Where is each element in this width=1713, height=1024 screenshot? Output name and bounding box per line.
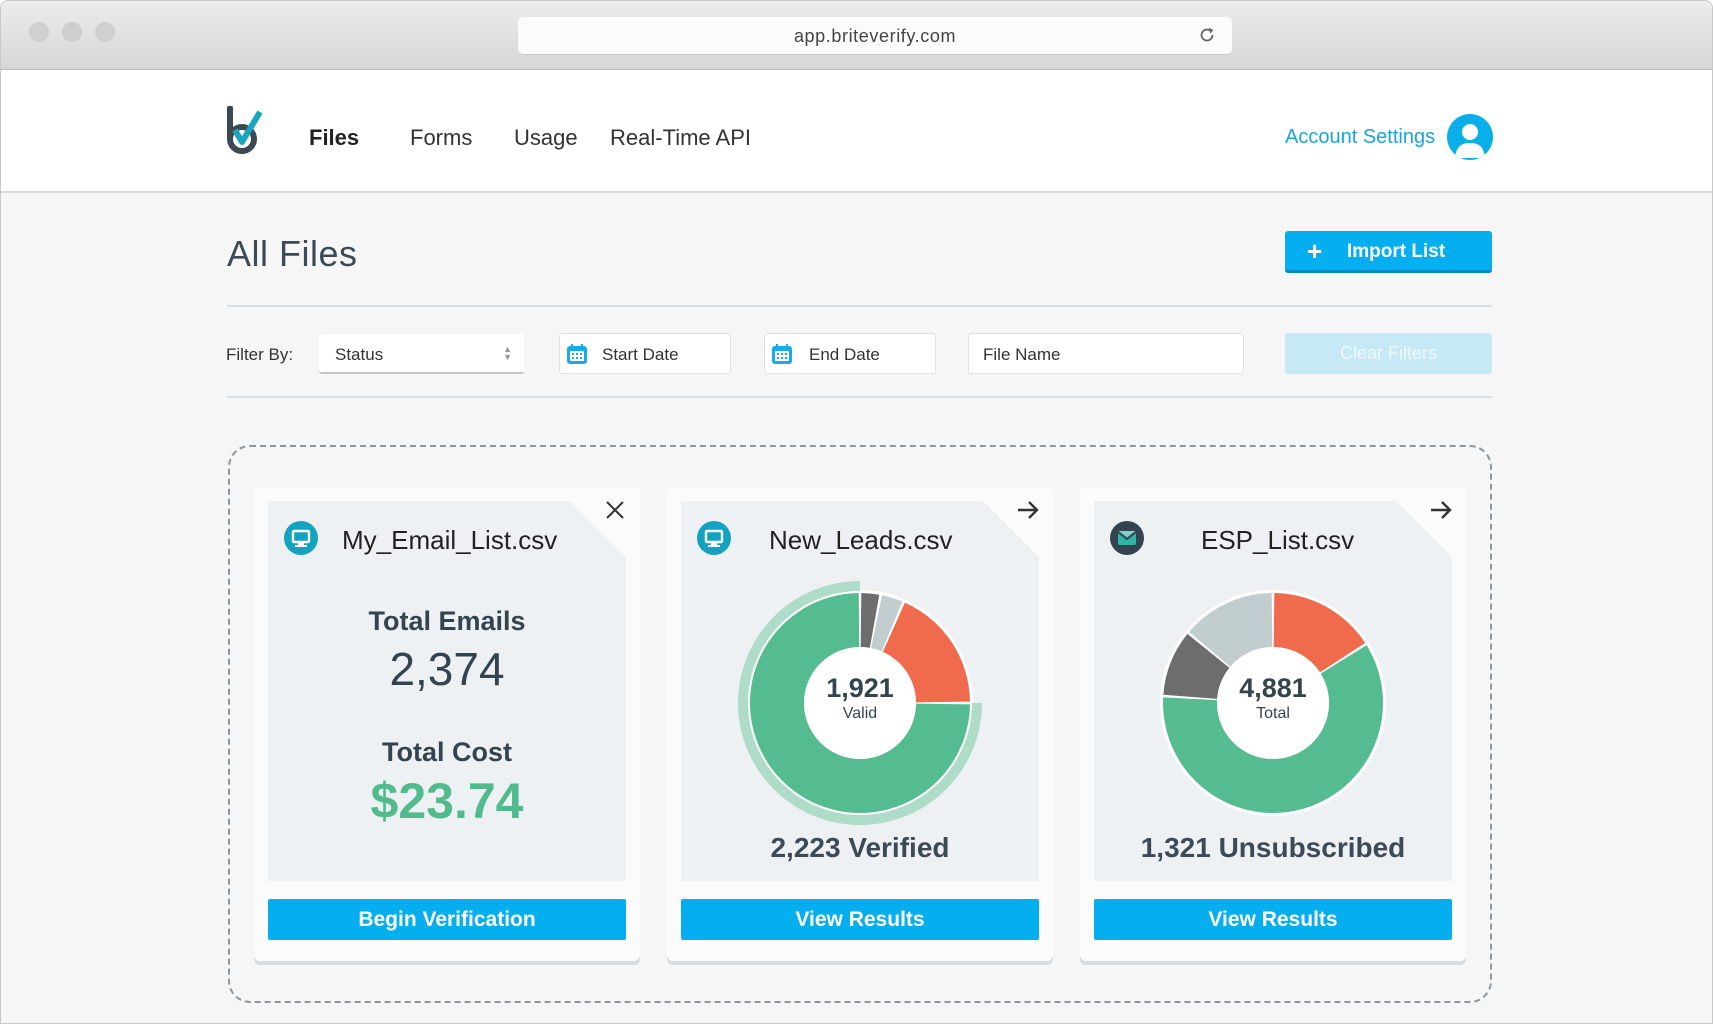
desktop-icon — [284, 521, 318, 555]
url-text: app.briteverify.com — [793, 26, 957, 46]
clear-filters-button[interactable]: Clear Filters — [1285, 333, 1492, 374]
arrow-right-icon[interactable] — [1428, 497, 1454, 523]
file-name: ESP_List.csv — [1201, 525, 1355, 555]
donut-hole — [1217, 647, 1329, 759]
unsubscribed-count: 1,321 Unsubscribed — [1140, 832, 1406, 863]
file-card: My_Email_List.csv Total Emails 2,374 Tot… — [254, 487, 640, 961]
user-avatar-icon[interactable] — [1447, 114, 1493, 160]
desktop-icon — [697, 521, 731, 555]
status-select-value: Status — [335, 345, 384, 364]
donut-chart-new-leads — [738, 581, 982, 825]
file-card: ESP_List.csv 4,881 Total 1,321 Unsubscri… — [1080, 487, 1466, 961]
window-minimize-button[interactable] — [62, 22, 82, 42]
file-card: New_Leads.csv 1,921 Valid 2,223 Verified… — [667, 487, 1053, 961]
browser-window: app.briteverify.com Files Forms Usage Re… — [0, 0, 1713, 1024]
donut-chart-esp-list — [1160, 590, 1386, 816]
donut-hole — [804, 647, 916, 759]
nav-real-time-api[interactable]: Real-Time API — [610, 125, 751, 151]
file-name-input[interactable]: File Name — [968, 333, 1244, 374]
status-select[interactable]: Status ▲ ▼ — [319, 334, 524, 374]
window-close-button[interactable] — [29, 22, 49, 42]
address-bar[interactable]: app.briteverify.com — [518, 17, 1232, 54]
view-results-button[interactable]: View Results — [1094, 899, 1452, 940]
file-name: My_Email_List.csv — [342, 525, 558, 555]
window-maximize-button[interactable] — [95, 22, 115, 42]
calendar-icon — [567, 344, 587, 364]
divider — [227, 396, 1492, 398]
close-icon[interactable] — [602, 497, 628, 523]
start-date-input[interactable]: Start Date — [559, 333, 731, 374]
filter-by-label: Filter By: — [226, 345, 294, 364]
reload-icon[interactable] — [1196, 24, 1218, 46]
end-date-placeholder: End Date — [809, 345, 880, 364]
total-emails-label: Total Emails — [368, 606, 526, 636]
app-header: Files Forms Usage Real-Time API Account … — [1, 70, 1712, 193]
import-list-label: Import List — [1347, 241, 1446, 262]
browser-toolbar: app.briteverify.com — [1, 1, 1712, 70]
file-name: New_Leads.csv — [769, 525, 953, 555]
end-date-input[interactable]: End Date — [764, 333, 936, 374]
nav-forms[interactable]: Forms — [410, 125, 472, 151]
briteverify-logo[interactable] — [225, 106, 265, 154]
total-emails-value: 2,374 — [389, 643, 505, 695]
envelope-icon — [1110, 521, 1144, 555]
begin-verification-button[interactable]: Begin Verification — [268, 899, 626, 940]
view-results-button[interactable]: View Results — [681, 899, 1039, 940]
total-cost-value: $23.74 — [370, 773, 524, 829]
select-arrows-icon: ▲ ▼ — [503, 344, 512, 362]
account-settings-link[interactable]: Account Settings — [1285, 126, 1435, 149]
total-cost-label: Total Cost — [382, 737, 512, 767]
import-list-button[interactable]: + Import List — [1285, 231, 1492, 273]
plus-icon: + — [1307, 236, 1323, 266]
start-date-placeholder: Start Date — [602, 345, 679, 364]
file-name-placeholder: File Name — [983, 345, 1061, 364]
nav-files[interactable]: Files — [309, 125, 359, 151]
nav-usage[interactable]: Usage — [514, 125, 578, 151]
verified-count: 2,223 Verified — [770, 832, 950, 863]
page-title: All Files — [227, 233, 358, 274]
calendar-icon — [772, 344, 792, 364]
divider — [227, 305, 1492, 307]
arrow-right-icon[interactable] — [1015, 497, 1041, 523]
